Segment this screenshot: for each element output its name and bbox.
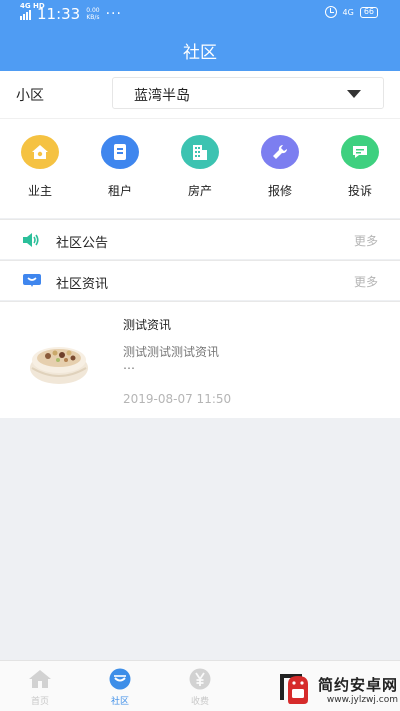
nav-label: 社区 [110, 697, 129, 707]
yuan-icon [188, 668, 212, 690]
shortcut-label: 报修 [267, 184, 292, 198]
community-selected-value: 蓝湾半岛 [134, 88, 190, 104]
message-icon [22, 273, 42, 292]
battery-icon: 66 [359, 6, 378, 18]
network-type: 4G HD [20, 2, 45, 10]
news-item[interactable]: 测试资讯 测试测试测试资讯 … 2019-08-07 11:50 [0, 301, 400, 418]
watermark-url: www.jylzwj.com [326, 694, 398, 705]
speaker-icon [22, 232, 40, 251]
announcements-title: 社区公告 [56, 236, 109, 251]
shortcut-label: 房产 [187, 184, 212, 198]
news-ellipsis: … [123, 358, 136, 372]
shortcut-label: 业主 [27, 184, 52, 198]
app-header: 11:33 0.00 KB/s ··· 4G HD 4G 66 社区 [0, 0, 400, 71]
shortcut-label: 租户 [107, 184, 132, 198]
watermark: 简约安卓网 www.jylzwj.com [276, 670, 398, 708]
building-icon [181, 135, 219, 169]
announcements-row[interactable]: 社区公告 更多 [0, 219, 400, 259]
more-notifications-icon: ··· [105, 6, 122, 22]
community-icon [108, 668, 132, 690]
shortcut-owner[interactable]: 业主 [0, 135, 80, 199]
announcements-more-link[interactable]: 更多 [354, 232, 378, 249]
nav-community[interactable]: 社区 [80, 668, 160, 707]
news-thumbnail-image [30, 347, 88, 384]
nav-fees[interactable]: 收费 [160, 668, 240, 707]
chat-icon [341, 135, 379, 169]
community-dropdown[interactable]: 蓝湾半岛 [112, 77, 384, 109]
wrench-icon [261, 135, 299, 169]
community-label: 小区 [16, 88, 44, 104]
nav-home[interactable]: 首页 [0, 668, 80, 707]
status-right: 4G 66 [324, 6, 378, 18]
shortcut-label: 投诉 [347, 184, 372, 198]
news-section-title: 社区资讯 [56, 277, 109, 292]
caret-down-icon [347, 90, 361, 98]
shortcut-grid: 业主 租户 房产 报修 投诉 [0, 118, 400, 218]
nav-label: 收费 [190, 697, 209, 707]
shortcut-repair[interactable]: 报修 [240, 135, 320, 199]
home-icon [28, 668, 52, 690]
news-more-link[interactable]: 更多 [354, 273, 378, 290]
android-logo-icon [279, 674, 308, 704]
alarm-icon [324, 6, 337, 18]
shortcut-complaint[interactable]: 投诉 [320, 135, 400, 199]
home-icon [21, 135, 59, 169]
watermark-text: 简约安卓网 www.jylzwj.com [318, 674, 398, 705]
status-bar: 11:33 0.00 KB/s ··· 4G HD 4G 66 [0, 0, 400, 26]
news-section-row[interactable]: 社区资讯 更多 [0, 260, 400, 300]
network-speed: 0.00 KB/s [86, 7, 100, 21]
mobile-network: 4G [342, 7, 354, 17]
news-title: 测试资讯 [123, 318, 172, 332]
nav-label: 首页 [30, 697, 49, 707]
shortcut-property[interactable]: 房产 [160, 135, 240, 199]
news-timestamp: 2019-08-07 11:50 [123, 392, 232, 406]
shortcut-tenant[interactable]: 租户 [80, 135, 160, 199]
page-title: 社区 [183, 43, 217, 63]
news-summary: 测试测试测试资讯 [123, 345, 220, 359]
community-selector-row: 小区 蓝湾半岛 [0, 71, 400, 118]
document-icon [101, 135, 139, 169]
watermark-name: 简约安卓网 [317, 675, 398, 694]
